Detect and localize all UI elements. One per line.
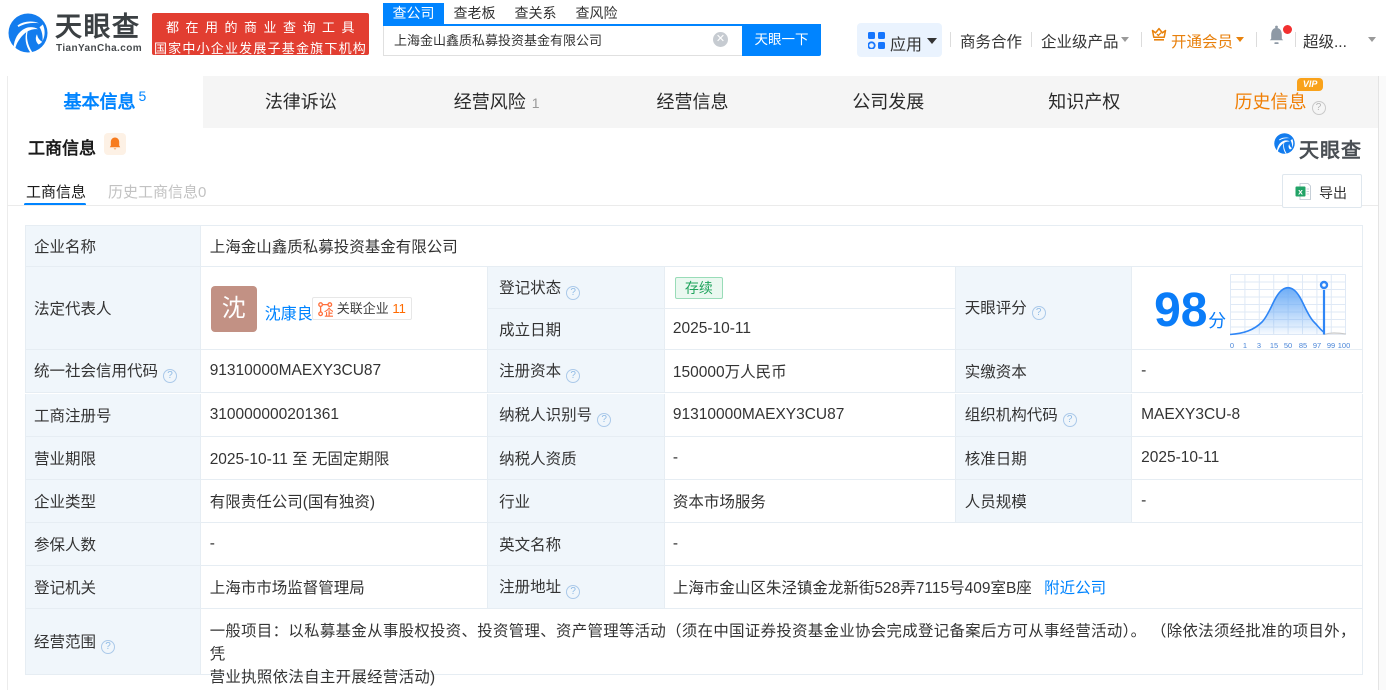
svg-text:50: 50	[1284, 341, 1292, 350]
svg-text:3: 3	[1257, 341, 1261, 350]
svg-text:1: 1	[1243, 341, 1247, 350]
svg-text:100: 100	[1338, 341, 1350, 350]
svg-text:97: 97	[1313, 341, 1321, 350]
svg-text:15: 15	[1270, 341, 1278, 350]
svg-text:85: 85	[1299, 341, 1307, 350]
svg-text:99: 99	[1327, 341, 1335, 350]
svg-text:x: x	[1298, 187, 1303, 197]
svg-text:0: 0	[1230, 341, 1234, 350]
svg-text:企: 企	[323, 307, 333, 317]
